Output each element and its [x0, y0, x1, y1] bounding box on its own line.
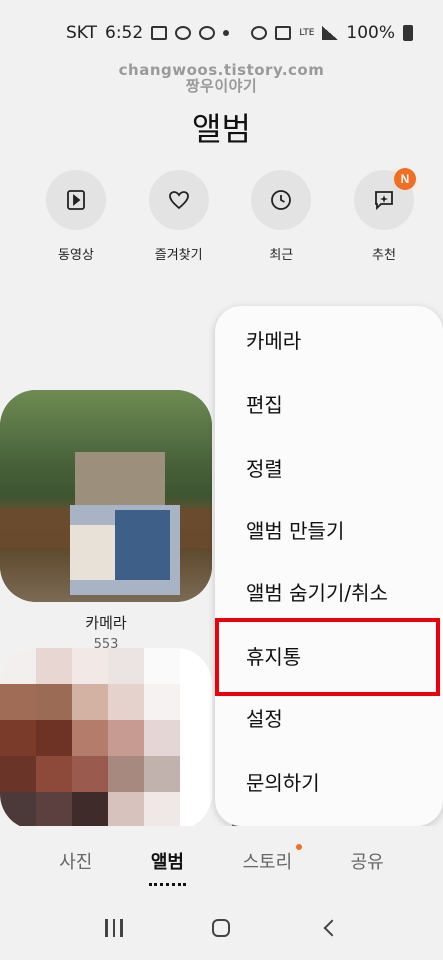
battery-icon — [403, 25, 413, 41]
tab-sharing-label: 공유 — [350, 852, 384, 873]
quick-action-videos[interactable]: 동영상 — [40, 170, 112, 263]
watermark-blog-name: 짱우이야기 — [185, 77, 258, 95]
favorites-label: 즐겨찾기 — [154, 248, 203, 263]
back-icon — [323, 919, 341, 937]
recent-apps-icon — [105, 919, 123, 937]
mute-icon — [275, 26, 292, 40]
quick-action-favorites[interactable]: 즐겨찾기 — [143, 170, 215, 263]
menu-item-settings[interactable]: 설정 — [215, 686, 443, 748]
new-badge: N — [393, 168, 416, 190]
heart-icon — [168, 191, 189, 210]
menu-item-sort[interactable]: 정렬 — [215, 436, 443, 498]
menu-item-trash[interactable]: 휴지통 — [215, 624, 443, 686]
play-icon — [67, 190, 85, 210]
alarm-icon — [251, 26, 268, 40]
album-thumbnail-blurred[interactable] — [0, 648, 212, 830]
time-label: 6:52 — [105, 23, 144, 43]
suggestions-label: 추천 — [372, 248, 396, 263]
tab-pictures[interactable]: 사진 — [53, 844, 98, 878]
menu-item-create-album[interactable]: 앨범 만들기 — [215, 498, 443, 560]
menu-item-hide-albums[interactable]: 앨범 숨기기/취소 — [215, 560, 443, 622]
quick-action-recent[interactable]: 최근 — [245, 170, 317, 263]
home-icon — [212, 919, 231, 937]
videos-button[interactable] — [46, 170, 106, 230]
signal-icon — [322, 26, 339, 40]
new-dot-icon — [296, 844, 303, 850]
status-bar: SKT 6:52 LTE 100% — [0, 0, 443, 66]
watermark: changwoos.tistory.com 짱우이야기 — [0, 62, 443, 94]
back-button[interactable] — [309, 908, 349, 948]
photo-blurred-face — [75, 452, 165, 512]
system-nav-bar — [0, 896, 443, 960]
tab-stories[interactable]: 스토리 — [236, 844, 303, 878]
options-menu: 카메라 편집 정렬 앨범 만들기 앨범 숨기기/취소 휴지통 설정 문의하기 — [215, 306, 443, 826]
talk-notification-icon — [175, 26, 192, 40]
tab-albums-label: 앨범 — [150, 852, 184, 873]
photo-person-jeans — [115, 510, 170, 580]
quick-actions: 동영상 즐겨찾기 최근 N 추천 — [40, 168, 420, 263]
recent-label: 최근 — [269, 248, 294, 263]
webtoon-notification-icon — [199, 26, 216, 40]
carrier-label: SKT — [66, 23, 98, 43]
watermark-url: changwoos.tistory.com — [118, 61, 325, 79]
bottom-tab-bar: 사진 앨범 스토리 공유 — [0, 826, 443, 896]
photo-mosaic — [0, 648, 180, 828]
album-thumbnail-camera[interactable] — [0, 390, 212, 602]
album-name: 카메라 — [85, 614, 127, 632]
battery-percent: 100% — [346, 23, 395, 43]
suggestions-button[interactable]: N — [353, 168, 416, 230]
tab-pictures-label: 사진 — [59, 852, 93, 873]
status-right: LTE 100% — [251, 23, 413, 43]
sparkle-chat-icon — [375, 191, 393, 211]
tab-stories-label: 스토리 — [242, 852, 293, 873]
recent-apps-button[interactable] — [94, 908, 134, 948]
more-notifications-icon — [223, 30, 230, 36]
videos-label: 동영상 — [58, 248, 94, 263]
quick-action-suggestions[interactable]: N 추천 — [348, 168, 420, 263]
tab-albums[interactable]: 앨범 — [145, 844, 190, 886]
tab-sharing[interactable]: 공유 — [345, 844, 390, 878]
menu-item-camera[interactable]: 카메라 — [215, 308, 443, 370]
page-title: 앨범 — [192, 110, 251, 148]
network-type-label: LTE — [299, 27, 315, 38]
recent-button[interactable] — [251, 170, 312, 230]
status-left: SKT 6:52 — [66, 23, 230, 43]
gallery-notification-icon — [151, 26, 168, 40]
menu-item-contact-us[interactable]: 문의하기 — [215, 750, 443, 812]
clock-icon — [271, 190, 292, 210]
menu-item-edit[interactable]: 편집 — [215, 372, 443, 434]
favorites-button[interactable] — [148, 170, 209, 230]
home-button[interactable] — [201, 908, 241, 948]
